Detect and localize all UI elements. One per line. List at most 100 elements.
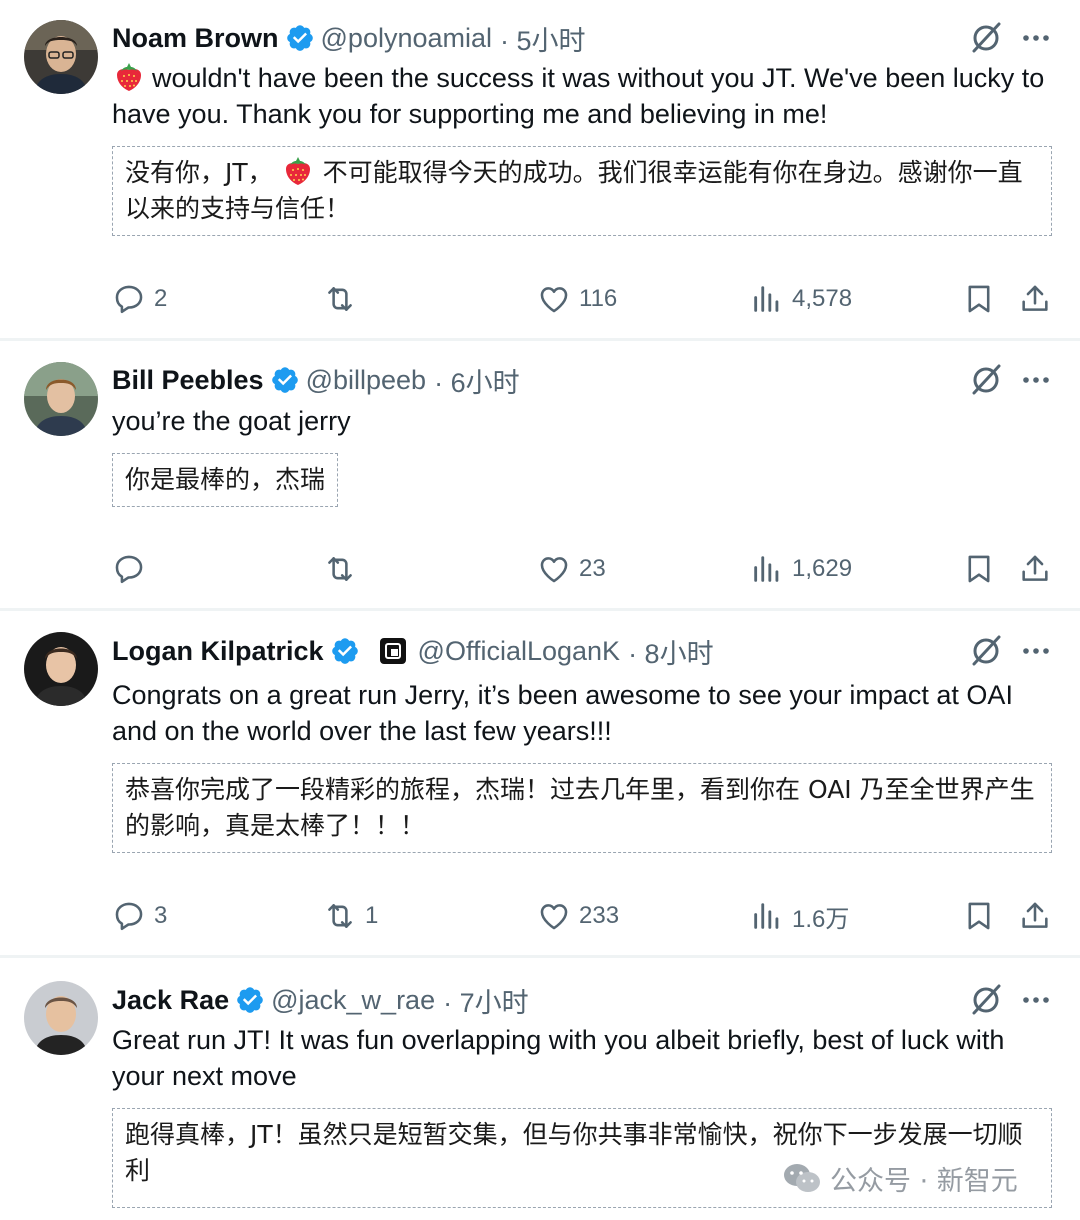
affiliate-badge-icon[interactable] [379, 638, 406, 664]
reply-button[interactable]: 3 [112, 896, 167, 936]
tweet-noam-brown[interactable]: Noam Brown @polynoamial · 5小时 wouldn't h… [0, 0, 1080, 338]
display-name[interactable]: Noam Brown [112, 23, 279, 54]
watermark: 公众号 · 新智元 [782, 1158, 1018, 1198]
translation-text: 你是最棒的，杰瑞 [125, 465, 326, 494]
avatar-image [24, 362, 98, 436]
tweet-text-content: wouldn't have been the success it was wi… [112, 63, 1045, 129]
bookmark-icon [962, 552, 996, 586]
tweet-header: Logan Kilpatrick @OfficialLoganK · 8小时 [112, 631, 714, 671]
grok-icon[interactable] [966, 18, 1006, 58]
post-time[interactable]: · 6小时 [434, 361, 520, 400]
user-handle[interactable]: @polynoamial [321, 23, 493, 54]
tweet-header: Noam Brown @polynoamial · 5小时 [112, 18, 586, 58]
heart-icon [537, 552, 571, 586]
bookmark-icon [962, 282, 996, 316]
like-button[interactable]: 233 [537, 896, 619, 936]
translation-text: 恭喜你完成了一段精彩的旅程，杰瑞！过去几年里，看到你在 OAI 乃至全世界产生的… [125, 775, 1035, 840]
translation-box: 你是最棒的，杰瑞 [112, 453, 339, 507]
avatar[interactable] [24, 981, 98, 1055]
affiliate-logo-icon [384, 643, 401, 659]
display-name[interactable]: Jack Rae [112, 985, 229, 1016]
tweet-bill-peebles[interactable]: Bill Peebles @billpeeb · 6小时 you’re the … [0, 341, 1080, 608]
verified-badge-icon [235, 985, 265, 1015]
user-handle[interactable]: @billpeeb [306, 365, 427, 396]
share-button[interactable] [1018, 279, 1052, 319]
share-icon [1018, 282, 1052, 316]
more-options-icon[interactable] [1016, 18, 1056, 58]
bookmark-button[interactable] [962, 896, 996, 936]
post-time[interactable]: · 8小时 [628, 632, 714, 671]
bookmark-button[interactable] [962, 549, 996, 589]
action-bar: 23 1,629 [0, 549, 1080, 589]
repost-count: 1 [365, 902, 379, 929]
views-count: 4,578 [792, 285, 853, 312]
verified-badge-icon [285, 23, 315, 53]
reply-icon [112, 899, 146, 933]
repost-button[interactable]: 1 [323, 896, 378, 936]
action-bar: 3 1 233 1.6万 [0, 896, 1080, 936]
bookmark-icon [962, 899, 996, 933]
bookmark-button[interactable] [962, 279, 996, 319]
display-name[interactable]: Logan Kilpatrick [112, 636, 324, 667]
reply-button[interactable]: 2 [112, 279, 167, 319]
views-count: 1.6万 [792, 905, 850, 933]
post-time[interactable]: · 5小时 [500, 19, 586, 58]
tweet-logan-kilpatrick[interactable]: Logan Kilpatrick @OfficialLoganK · 8小时 C… [0, 611, 1080, 955]
translation-text-part1: 没有你，JT， [125, 158, 273, 187]
action-bar: 2 116 4,578 [0, 279, 1080, 319]
share-button[interactable] [1018, 549, 1052, 589]
repost-button[interactable] [323, 549, 365, 589]
repost-icon [323, 899, 357, 933]
views-button[interactable]: 1.6万 [750, 896, 849, 936]
share-icon [1018, 899, 1052, 933]
more-options-icon[interactable] [1016, 360, 1056, 400]
avatar-image [24, 981, 98, 1055]
repost-icon [323, 282, 357, 316]
repost-icon [323, 552, 357, 586]
wechat-icon [784, 1164, 820, 1192]
like-count: 23 [579, 555, 606, 582]
heart-icon [537, 282, 571, 316]
verified-badge-icon [270, 365, 300, 395]
views-button[interactable]: 4,578 [750, 279, 852, 319]
views-count: 1,629 [792, 555, 853, 582]
tweet-text: Congrats on a great run Jerry, it’s been… [112, 680, 1013, 746]
like-button[interactable]: 23 [537, 549, 606, 589]
watermark-text: 公众号 · 新智元 [830, 1165, 1018, 1197]
grok-icon[interactable] [966, 631, 1006, 671]
views-chart-icon [750, 282, 784, 316]
tweet-text: Great run JT! It was fun overlapping wit… [112, 1025, 1005, 1091]
avatar-image [24, 632, 98, 706]
translation-box: 恭喜你完成了一段精彩的旅程，杰瑞！过去几年里，看到你在 OAI 乃至全世界产生的… [112, 763, 1052, 853]
heart-icon [537, 899, 571, 933]
strawberry-emoji-icon [283, 155, 313, 187]
grok-icon[interactable] [966, 360, 1006, 400]
reply-icon [112, 552, 146, 586]
views-chart-icon [750, 899, 784, 933]
views-button[interactable]: 1,629 [750, 549, 852, 589]
display-name[interactable]: Bill Peebles [112, 365, 264, 396]
more-options-icon[interactable] [1016, 980, 1056, 1020]
translation-box: 没有你，JT， 不可能取得今天的成功。我们很幸运能有你在身边。感谢你一直以来的支持… [112, 146, 1052, 236]
views-chart-icon [750, 552, 784, 586]
tweet-text: you’re the goat jerry [112, 406, 351, 436]
strawberry-emoji-icon [114, 61, 144, 93]
grok-icon[interactable] [966, 980, 1006, 1020]
avatar[interactable] [24, 632, 98, 706]
avatar[interactable] [24, 20, 98, 94]
reply-icon [112, 282, 146, 316]
reply-count: 2 [154, 285, 168, 312]
avatar-image [24, 20, 98, 94]
reply-count: 3 [154, 902, 168, 929]
user-handle[interactable]: @OfficialLoganK [418, 636, 621, 667]
repost-button[interactable] [323, 279, 365, 319]
share-button[interactable] [1018, 896, 1052, 936]
post-time[interactable]: · 7小时 [443, 981, 529, 1020]
tweet-header: Bill Peebles @billpeeb · 6小时 [112, 360, 520, 400]
reply-button[interactable] [112, 549, 154, 589]
user-handle[interactable]: @jack_w_rae [271, 985, 435, 1016]
avatar[interactable] [24, 362, 98, 436]
more-options-icon[interactable] [1016, 631, 1056, 671]
share-icon [1018, 552, 1052, 586]
like-button[interactable]: 116 [537, 279, 617, 319]
